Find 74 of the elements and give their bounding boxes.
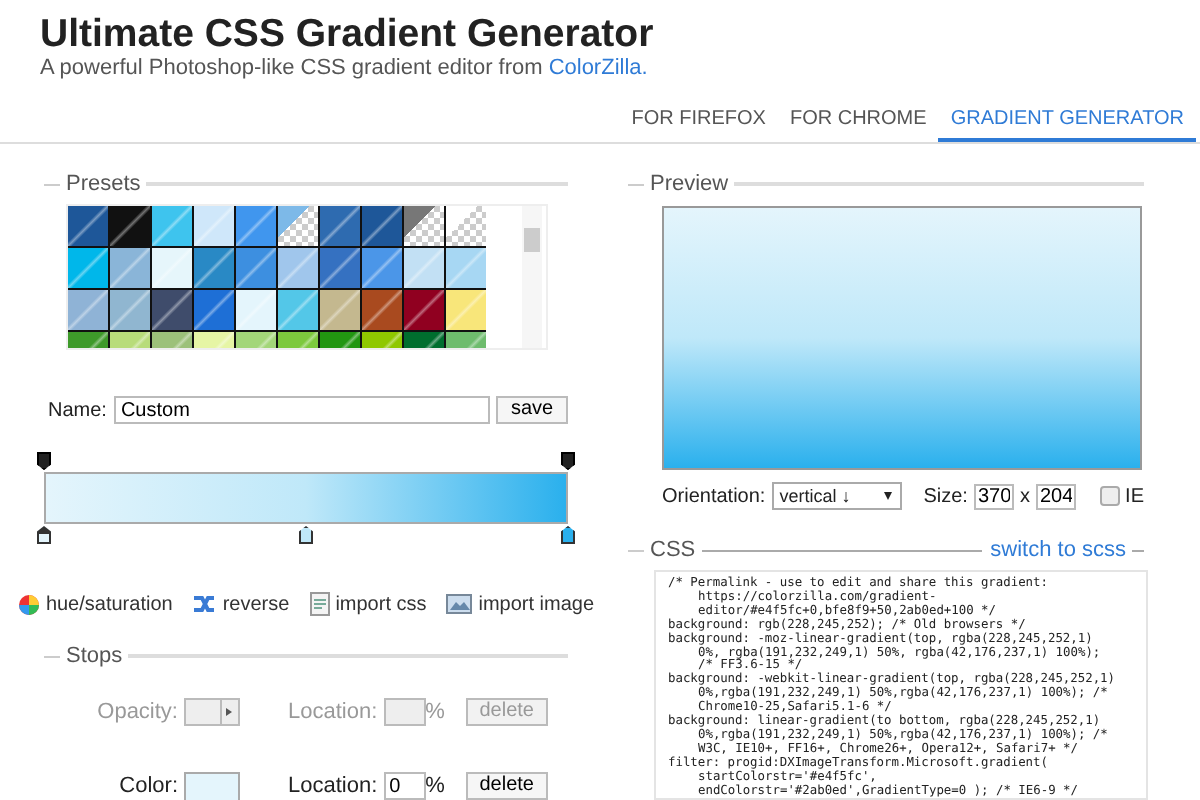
nav-tab[interactable]: FOR CHROME [777,100,939,142]
presets-legend: Presets [66,172,141,196]
tool-link[interactable]: hue/saturation [17,592,173,616]
preset-swatch[interactable] [278,206,318,246]
preset-swatch[interactable] [68,290,108,330]
color-swatch[interactable] [184,771,240,800]
preview-legend: Preview [650,172,729,196]
preset-swatch[interactable] [152,248,192,288]
preset-swatch[interactable] [236,248,276,288]
preset-swatch[interactable] [278,248,318,288]
nav-tab[interactable]: GRADIENT GENERATOR [938,100,1196,142]
nav-tab[interactable]: FOR FIREFOX [619,100,778,142]
name-field[interactable]: Custom [114,396,491,424]
times-label: x [1019,485,1030,507]
color-stop-handle[interactable] [561,526,575,544]
delete-button[interactable]: delete [465,772,548,800]
opacity-stop-handle[interactable] [37,452,51,470]
preset-swatch[interactable] [320,206,360,246]
size-label: Size: [923,485,968,507]
orientation-label: Orientation: [662,485,766,507]
percent-label: % [425,774,445,798]
location-field[interactable]: 0 [383,772,426,800]
opacity-label: Opacity: [95,700,178,724]
preset-swatch[interactable] [278,290,318,330]
preset-swatch[interactable] [320,248,360,288]
preset-swatch[interactable] [68,248,108,288]
preset-swatch[interactable] [362,206,402,246]
tool-link[interactable]: reverse [192,592,290,616]
preset-swatch[interactable] [404,248,444,288]
image-icon [446,594,473,614]
preset-swatch[interactable] [236,290,276,330]
location-label: Location: [288,774,378,798]
page-title: Ultimate CSS Gradient Generator [40,12,656,56]
save-button[interactable]: save [496,396,568,424]
preset-swatch[interactable] [110,290,150,330]
location-label: Location: [288,700,378,724]
css-legend: CSS [650,538,696,562]
name-label: Name: [48,399,107,421]
preset-swatch[interactable] [320,290,360,330]
color-wheel-icon [17,593,40,615]
preset-swatch[interactable] [404,290,444,330]
preset-swatch[interactable] [446,248,486,288]
stops-legend: Stops [66,644,123,668]
preset-swatch[interactable] [446,206,486,246]
color-stop-handle[interactable] [299,526,313,544]
scrollbar[interactable] [522,206,542,348]
ie-label: IE [1125,485,1144,507]
subtitle: A powerful Photoshop-like CSS gradient editor from [40,56,543,80]
preset-swatch[interactable] [152,290,192,330]
preset-swatch[interactable] [110,248,150,288]
orientation-dropdown[interactable]: vertical ↓ [771,482,902,510]
preset-swatch[interactable] [194,206,234,246]
preset-swatch[interactable] [446,290,486,330]
preset-swatch[interactable] [404,206,444,246]
color-label: Color: [117,774,178,798]
preset-swatch[interactable] [362,290,402,330]
document-icon [309,592,330,616]
width-field[interactable]: 370 [973,483,1014,509]
tool-link[interactable]: import image [446,592,595,616]
shuffle-icon [192,594,217,614]
preset-swatch[interactable] [68,206,108,246]
preset-swatch[interactable] [110,206,150,246]
ie-checkbox[interactable] [1099,486,1120,506]
switch-to-scss-link[interactable]: switch to scss [990,538,1126,562]
preset-swatch[interactable] [194,290,234,330]
opacity-stop-handle[interactable] [561,452,575,470]
preset-swatch[interactable] [236,206,276,246]
percent-label: % [425,700,445,724]
preset-swatch[interactable] [152,206,192,246]
tool-link[interactable]: import css [309,592,427,616]
colorzilla-link[interactable]: ColorZilla. [548,56,648,80]
preset-swatch[interactable] [194,248,234,288]
color-stop-handle[interactable] [37,526,51,544]
preset-swatch[interactable] [362,248,402,288]
